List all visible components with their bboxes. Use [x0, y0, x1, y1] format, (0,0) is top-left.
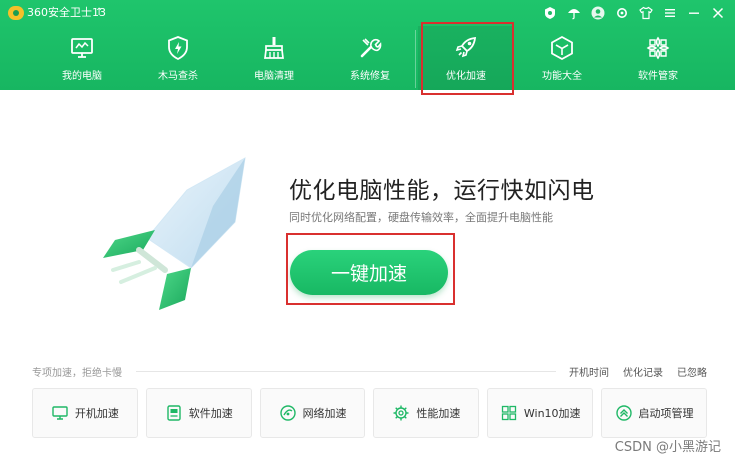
tab-trojan-scan[interactable]: 木马查杀 — [130, 26, 226, 90]
tab-label: 功能大全 — [542, 71, 582, 82]
special-boost-header: 专项加速，拒绝卡慢 开机时间 优化记录 已忽略 — [32, 364, 707, 379]
special-boost-label: 专项加速，拒绝卡慢 — [32, 368, 122, 379]
tile-network-speedup[interactable]: 网络加速 — [259, 388, 366, 438]
watermark: CSDN @小黑游记 — [614, 440, 721, 455]
tab-label: 系统修复 — [350, 71, 390, 82]
wrench-icon — [356, 35, 384, 61]
menu-icon[interactable] — [661, 4, 679, 22]
link-ignored[interactable]: 已忽略 — [677, 364, 707, 379]
tab-label: 我的电脑 — [62, 71, 102, 82]
tile-label: 性能加速 — [416, 407, 461, 420]
software-icon — [167, 405, 181, 421]
tab-label: 木马查杀 — [158, 71, 198, 82]
tab-system-repair[interactable]: 系统修复 — [322, 26, 418, 90]
annotation-box-button — [286, 233, 455, 305]
tile-performance-speedup[interactable]: 性能加速 — [373, 388, 480, 438]
monitor-icon — [68, 35, 96, 61]
cube-icon — [548, 35, 576, 61]
tile-startup-manager[interactable]: 启动项管理 — [601, 388, 707, 438]
special-boost-links: 开机时间 优化记录 已忽略 — [569, 364, 707, 379]
tile-label: 开机加速 — [74, 407, 119, 420]
network-icon — [279, 405, 296, 421]
link-boot-time[interactable]: 开机时间 — [569, 364, 609, 379]
startup-icon — [615, 405, 632, 421]
annotation-box-tab — [421, 22, 514, 95]
shield-badge-icon[interactable] — [541, 4, 559, 22]
tile-win10-speedup[interactable]: Win10加速 — [487, 388, 594, 438]
main-nav: 我的电脑 木马查杀 电脑清理 系统修复 优化加速 功能大全 软件管家 — [34, 26, 734, 90]
minimize-icon[interactable] — [685, 4, 703, 22]
special-boost-tiles: 开机加速 软件加速 网络加速 性能加速 Win10加速 启动项管理 — [32, 388, 707, 438]
rocket-illustration — [103, 157, 246, 310]
shirt-icon[interactable] — [637, 4, 655, 22]
tab-label: 软件管家 — [638, 71, 678, 82]
monitor-icon — [52, 406, 68, 420]
tab-my-computer[interactable]: 我的电脑 — [34, 26, 130, 90]
update-arrow-icon[interactable]: ↑ — [95, 6, 103, 20]
divider — [136, 371, 556, 372]
tab-software-manager[interactable]: 软件管家 — [610, 26, 706, 90]
tile-software-speedup[interactable]: 软件加速 — [145, 388, 252, 438]
link-optimize-history[interactable]: 优化记录 — [623, 364, 663, 379]
title-bar: 360安全卫士13 ↑ — [0, 0, 735, 26]
hero-subtitle: 同时优化网络配置，硬盘传输效率，全面提升电脑性能 — [289, 211, 553, 224]
nav-divider — [415, 30, 416, 88]
gear-icon — [393, 405, 409, 421]
umbrella-icon[interactable] — [565, 4, 583, 22]
avatar[interactable] — [589, 4, 607, 22]
apps-icon — [644, 35, 672, 61]
tile-label: 网络加速 — [302, 407, 347, 420]
hero-title: 优化电脑性能，运行快如闪电 — [289, 178, 595, 204]
tile-boot-speedup[interactable]: 开机加速 — [32, 388, 138, 438]
tab-pc-cleanup[interactable]: 电脑清理 — [226, 26, 322, 90]
tab-label: 电脑清理 — [254, 71, 294, 82]
tab-all-functions[interactable]: 功能大全 — [514, 26, 610, 90]
titlebar-icons — [541, 4, 727, 22]
windows-icon — [501, 405, 517, 421]
tile-label: 软件加速 — [188, 407, 233, 420]
shield-bolt-icon — [164, 35, 192, 61]
broom-icon — [260, 35, 288, 61]
tile-label: 启动项管理 — [638, 407, 694, 420]
close-icon[interactable] — [709, 4, 727, 22]
tile-label: Win10加速 — [523, 407, 581, 420]
top-bar: 360安全卫士13 ↑ 我的电脑 木马查杀 电脑清理 系统修复 优化加速 功能大… — [0, 0, 735, 90]
settings-icon[interactable] — [613, 4, 631, 22]
app-logo — [8, 6, 24, 20]
